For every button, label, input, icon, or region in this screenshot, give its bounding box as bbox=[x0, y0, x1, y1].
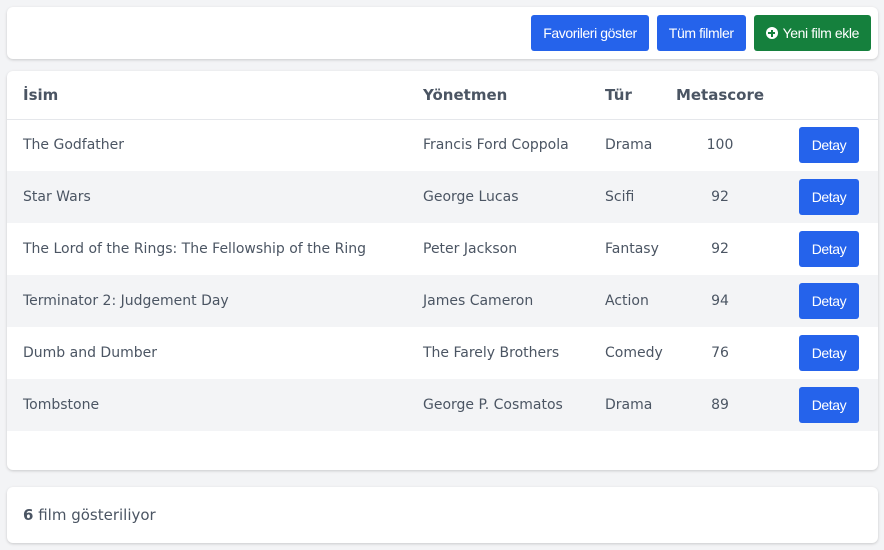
movie-action-cell: Detay bbox=[768, 223, 878, 275]
show-favorites-button[interactable]: Favorileri göster bbox=[531, 15, 649, 51]
table-row: The Godfather Francis Ford Coppola Drama… bbox=[7, 119, 878, 171]
movie-genre: Scifi bbox=[605, 189, 635, 205]
column-header-metascore: Metascore bbox=[675, 85, 765, 104]
movie-name: The Godfather bbox=[23, 137, 125, 154]
movie-director: George Lucas bbox=[423, 189, 519, 205]
detail-button[interactable]: Detay bbox=[799, 387, 859, 423]
movie-genre: Drama bbox=[605, 137, 653, 154]
movie-director: Peter Jackson bbox=[423, 241, 518, 257]
plus-circle-icon bbox=[765, 27, 778, 39]
detail-button[interactable]: Detay bbox=[799, 283, 859, 319]
detail-button[interactable]: Detay bbox=[799, 179, 859, 215]
movie-action-cell: Detay bbox=[768, 327, 878, 379]
column-header-action bbox=[768, 71, 878, 119]
toolbar-buttons: Favorileri göster Tüm filmler Yeni film … bbox=[531, 15, 871, 51]
column-header-genre: Tür bbox=[605, 85, 632, 104]
add-movie-label: Yeni film ekle bbox=[782, 25, 860, 41]
movie-genre: Fantasy bbox=[605, 241, 659, 257]
movie-director: George P. Cosmatos bbox=[423, 397, 563, 413]
movie-metascore: 92 bbox=[711, 189, 729, 205]
detail-button[interactable]: Detay bbox=[799, 127, 859, 164]
movie-action-cell: Detay bbox=[768, 379, 878, 431]
table-row: Star Wars George Lucas Scifi 92 Detay bbox=[7, 171, 878, 223]
movie-metascore: 92 bbox=[711, 241, 729, 257]
table-row: Tombstone George P. Cosmatos Drama 89 De… bbox=[7, 379, 878, 431]
footer-card: 6 film gösteriliyor bbox=[7, 487, 878, 543]
movie-director: James Cameron bbox=[423, 293, 534, 309]
movie-count-suffix: film gösteriliyor bbox=[33, 506, 156, 524]
detail-button[interactable]: Detay bbox=[799, 231, 859, 267]
add-movie-button[interactable]: Yeni film ekle bbox=[753, 15, 871, 51]
movie-count: 6 bbox=[23, 506, 34, 524]
movie-metascore: 100 bbox=[706, 137, 734, 154]
movie-name: Dumb and Dumber bbox=[23, 345, 157, 361]
movie-metascore: 89 bbox=[711, 397, 729, 413]
movie-count-text: 6 film gösteriliyor bbox=[23, 506, 156, 524]
movie-genre: Action bbox=[605, 293, 649, 309]
table-row: The Lord of the Rings: The Fellowship of… bbox=[7, 223, 878, 275]
movie-metascore: 94 bbox=[711, 293, 729, 309]
movie-director: Francis Ford Coppola bbox=[423, 137, 569, 154]
table-row: Terminator 2: Judgement Day James Camero… bbox=[7, 275, 878, 327]
all-movies-button[interactable]: Tüm filmler bbox=[656, 15, 746, 51]
movie-action-cell: Detay bbox=[768, 119, 878, 171]
toolbar: Favorileri göster Tüm filmler Yeni film … bbox=[7, 7, 878, 59]
movie-director: The Farely Brothers bbox=[423, 345, 560, 361]
table-header-row: İsim Yönetmen Tür Metascore bbox=[7, 71, 878, 119]
column-header-director: Yönetmen bbox=[423, 85, 508, 104]
detail-button[interactable]: Detay bbox=[799, 335, 859, 371]
movies-table: İsim Yönetmen Tür Metascore The Godfathe… bbox=[7, 71, 878, 431]
movie-name: The Lord of the Rings: The Fellowship of… bbox=[23, 241, 366, 257]
movie-genre: Comedy bbox=[605, 345, 663, 361]
movie-name: Star Wars bbox=[23, 189, 91, 205]
movies-table-card: İsim Yönetmen Tür Metascore The Godfathe… bbox=[7, 71, 878, 470]
table-row: Dumb and Dumber The Farely Brothers Come… bbox=[7, 327, 878, 379]
movie-name: Terminator 2: Judgement Day bbox=[23, 293, 229, 309]
movie-action-cell: Detay bbox=[768, 171, 878, 223]
movie-name: Tombstone bbox=[23, 397, 100, 413]
column-header-name: İsim bbox=[23, 85, 59, 104]
movie-metascore: 76 bbox=[711, 345, 729, 361]
movie-genre: Drama bbox=[605, 397, 653, 413]
movie-action-cell: Detay bbox=[768, 275, 878, 327]
